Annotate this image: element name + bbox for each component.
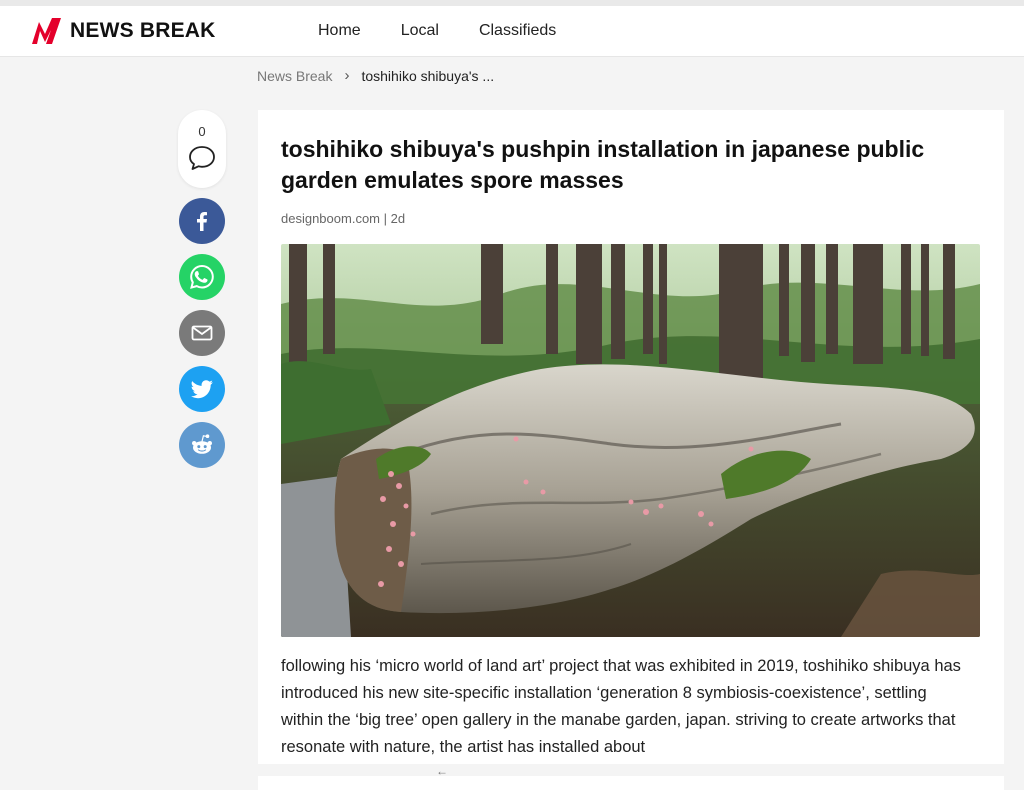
article-card: toshihiko shibuya's pushpin installation… — [258, 110, 1004, 790]
page-bottom-edge — [0, 764, 1024, 776]
comment-icon — [189, 146, 215, 170]
article-source[interactable]: designboom.com — [281, 211, 380, 226]
whatsapp-icon — [190, 264, 214, 289]
twitter-icon — [190, 380, 213, 399]
breadcrumb-current: toshihiko shibuya's ... — [361, 67, 495, 84]
twitter-share-button[interactable] — [179, 366, 225, 412]
meta-separator: | — [383, 211, 388, 226]
forest-log-photo — [281, 244, 980, 637]
comment-button[interactable]: 0 — [178, 110, 226, 188]
whatsapp-share-button[interactable] — [179, 254, 225, 300]
facebook-share-button[interactable] — [179, 198, 225, 244]
article-age: 2d — [390, 211, 406, 226]
nav-classifieds[interactable]: Classifieds — [479, 22, 556, 40]
article-hero-image[interactable] — [281, 244, 980, 637]
breadcrumb-separator: › — [344, 67, 350, 84]
email-icon — [191, 325, 213, 341]
comment-count: 0 — [198, 124, 206, 139]
breadcrumb: News Break › toshihiko shibuya's ... — [257, 67, 494, 84]
breadcrumb-root[interactable]: News Break — [257, 68, 332, 84]
brand-name: NEWS BREAK — [70, 19, 216, 42]
facebook-icon — [197, 212, 207, 231]
reddit-share-button[interactable] — [179, 422, 225, 468]
article-body: following his ‘micro world of land art’ … — [281, 657, 961, 756]
newsbreak-logo-icon — [32, 18, 61, 44]
site-header: NEWS BREAK Home Local Classifieds — [0, 6, 1024, 57]
main-nav: Home Local Classifieds — [318, 6, 596, 56]
reddit-icon — [192, 434, 212, 454]
nav-local[interactable]: Local — [401, 22, 439, 40]
article-title[interactable]: toshihiko shibuya's pushpin installation… — [281, 134, 941, 196]
share-rail: 0 — [178, 110, 226, 468]
email-share-button[interactable] — [179, 310, 225, 356]
article-meta: designboom.com | 2d — [281, 211, 405, 226]
nav-home[interactable]: Home — [318, 22, 361, 40]
newsbreak-logo[interactable]: NEWS BREAK — [30, 16, 216, 46]
